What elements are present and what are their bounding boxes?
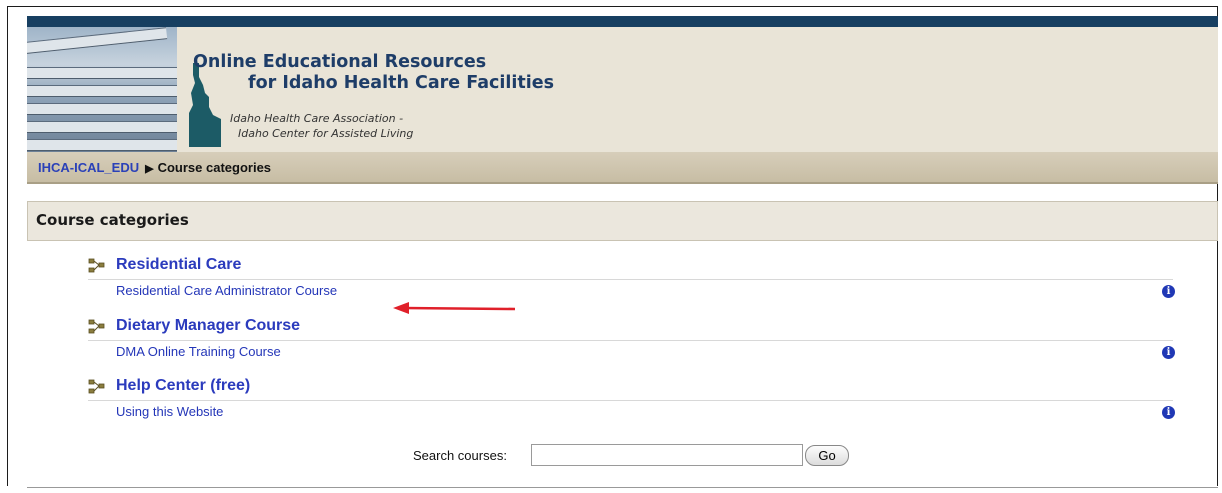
footer-divider: [27, 487, 1218, 488]
course-link-using-this-website[interactable]: Using this Website: [116, 404, 223, 419]
category-icon: [88, 258, 105, 273]
banner-title-line1: Online Educational Resources: [193, 52, 487, 72]
banner-subtitle: Idaho Health Care Association - Idaho Ce…: [230, 111, 413, 141]
category-icon: [88, 379, 105, 394]
breadcrumb-bar: IHCA-ICAL_EDU ▶ Course categories: [27, 152, 1218, 184]
category-icon: [88, 319, 105, 334]
category-link-dietary-manager[interactable]: Dietary Manager Course: [116, 317, 300, 335]
site-banner: Online Educational Resources for Idaho H…: [27, 27, 1218, 152]
section-header: Course categories: [27, 201, 1218, 241]
category-block: Residential Care Residential Care Admini…: [88, 256, 1175, 300]
top-bar: [27, 16, 1218, 27]
banner-subtitle-line1: Idaho Health Care Association -: [230, 112, 404, 125]
info-icon[interactable]: i: [1162, 285, 1175, 298]
page: Online Educational Resources for Idaho H…: [27, 16, 1218, 493]
search-label: Search courses:: [413, 448, 507, 463]
category-header: Residential Care: [88, 256, 1173, 279]
books-image: [27, 27, 177, 152]
banner-title-line2: for Idaho Health Care Facilities: [248, 73, 555, 93]
course-link-dma-online-training[interactable]: DMA Online Training Course: [116, 344, 281, 359]
category-header: Help Center (free): [88, 377, 1173, 400]
page-title: Course categories: [36, 211, 189, 229]
course-link-residential-care-administrator[interactable]: Residential Care Administrator Course: [116, 283, 337, 298]
course-row: Residential Care Administrator Course i: [88, 279, 1175, 300]
course-row: DMA Online Training Course i: [88, 340, 1175, 361]
breadcrumb-current: Course categories: [157, 160, 272, 175]
breadcrumb: IHCA-ICAL_EDU ▶ Course categories: [38, 160, 271, 175]
banner-title: Online Educational Resources for Idaho H…: [193, 52, 554, 94]
breadcrumb-separator-icon: ▶: [145, 163, 154, 175]
category-block: Help Center (free) Using this Website i: [88, 377, 1175, 421]
annotation-arrow-icon: [393, 302, 516, 314]
category-block: Dietary Manager Course DMA Online Traini…: [88, 317, 1175, 361]
go-button[interactable]: Go: [805, 445, 849, 466]
search-input[interactable]: [531, 444, 803, 466]
banner-subtitle-line2: Idaho Center for Assisted Living: [238, 127, 414, 140]
info-icon[interactable]: i: [1162, 346, 1175, 359]
breadcrumb-home-link[interactable]: IHCA-ICAL_EDU: [38, 160, 139, 175]
category-link-help-center[interactable]: Help Center (free): [116, 377, 250, 395]
category-link-residential-care[interactable]: Residential Care: [116, 256, 241, 274]
info-icon[interactable]: i: [1162, 406, 1175, 419]
course-row: Using this Website i: [88, 400, 1175, 421]
category-header: Dietary Manager Course: [88, 317, 1173, 340]
